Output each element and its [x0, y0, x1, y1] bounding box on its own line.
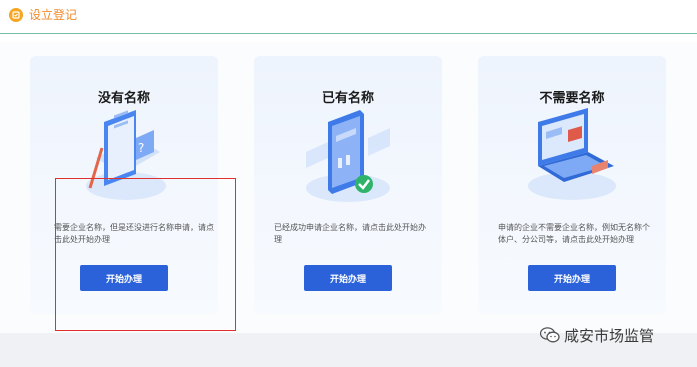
laptop-illustration: [528, 108, 616, 200]
card-has-name: 已有名称 已经成功申请企业名称，请点击此处开始办理 开始办理: [254, 56, 442, 314]
card-description: 申请的企业不需要企业名称，例如无名称个体户、分公司等，请点击此处开始办理: [498, 223, 650, 244]
page-title: 设立登记: [29, 8, 78, 22]
card-title: 已有名称: [321, 90, 374, 105]
card-title: 不需要名称: [539, 90, 605, 105]
svg-text:?: ?: [138, 141, 144, 155]
clipboard-icon: [9, 8, 23, 22]
card-description: 需要企业名称，但是还没进行名称申请，请点击此处开始办理: [54, 223, 214, 244]
page-header: 设立登记: [0, 0, 697, 34]
start-button-no-name-needed[interactable]: 开始办理: [528, 265, 616, 291]
phone-checkmark-illustration: [306, 110, 390, 202]
card-title: 没有名称: [97, 90, 150, 105]
card-no-name-needed: 不需要名称 申请的企业不需要企业名称，例如无名称个体户、分公司等，请点击此处开始…: [478, 56, 666, 314]
header-divider: [0, 33, 697, 34]
start-button-no-name[interactable]: 开始办理: [80, 265, 168, 291]
start-button-has-name[interactable]: 开始办理: [304, 265, 392, 291]
wechat-icon: [540, 327, 560, 343]
card-no-name: 没有名称 ? 需要企业名称，但是还没进行名称申请，请点击此处开始办理 开始办理: [30, 56, 218, 314]
watermark-text: 咸安市场监管: [564, 327, 655, 345]
card-description: 已经成功申请企业名称，请点击此处开始办理: [274, 223, 426, 244]
document-form-illustration: ?: [86, 110, 166, 200]
